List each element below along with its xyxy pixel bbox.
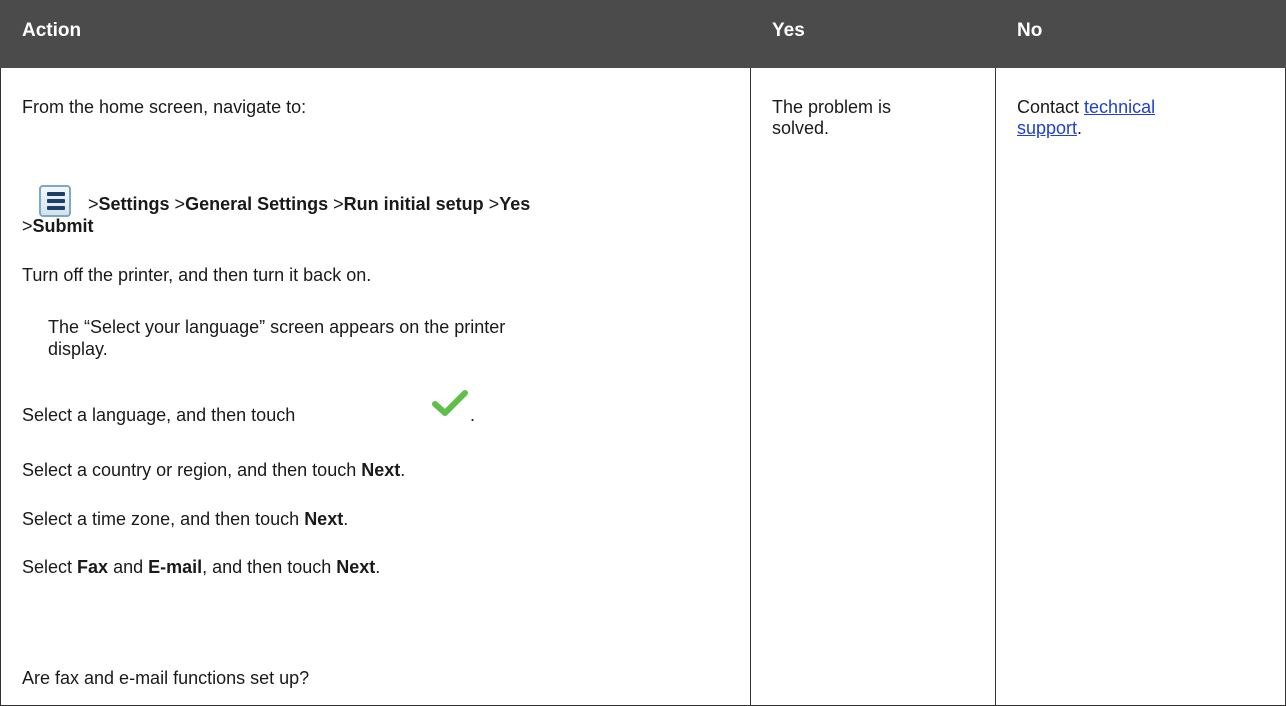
- green-check-icon: [432, 390, 468, 416]
- menu-list-icon: [39, 185, 71, 217]
- step3-period: .: [470, 405, 476, 425]
- step2: Turn off the printer, and then turn it b…: [22, 265, 372, 285]
- troubleshooting-table: Action Yes No From the home screen, navi…: [0, 0, 1286, 706]
- step2-note-line1: The “Select your language” screen appear…: [48, 317, 506, 337]
- technical-support-link[interactable]: technical: [1084, 97, 1155, 117]
- technical-support-link-cont[interactable]: support: [1017, 118, 1077, 138]
- action-cell: From the home screen, navigate to: >Sett…: [0, 0, 750, 706]
- step4: Select a country or region, and then tou…: [22, 460, 406, 480]
- step2-note-line2: display.: [48, 339, 108, 359]
- step3: Select a language, and then touch: [22, 405, 296, 425]
- yes-line1: The problem is: [772, 97, 892, 117]
- no-line1: Contact technical: [1017, 97, 1156, 117]
- menu-path-line2: >Submit: [22, 216, 94, 236]
- no-cell: Contact technical support.: [995, 0, 1286, 706]
- yes-cell: The problem is solved.: [750, 0, 995, 706]
- question: Are fax and e-mail functions set up?: [22, 668, 310, 688]
- menu-submit: Submit: [32, 216, 94, 236]
- no-line2: support.: [1017, 118, 1083, 138]
- menu-path-line1: >Settings >General Settings >Run initial…: [88, 194, 531, 214]
- step5: Select a time zone, and then touch Next.: [22, 509, 349, 529]
- yes-line2: solved.: [772, 118, 830, 138]
- menu-run-initial-setup: Run initial setup: [343, 194, 484, 214]
- menu-general-settings: General Settings: [185, 194, 329, 214]
- step1-intro: From the home screen, navigate to:: [22, 97, 307, 117]
- step6: Select Fax and E-mail, and then touch Ne…: [22, 557, 381, 577]
- menu-settings: Settings: [98, 194, 170, 214]
- menu-yes: Yes: [499, 194, 531, 214]
